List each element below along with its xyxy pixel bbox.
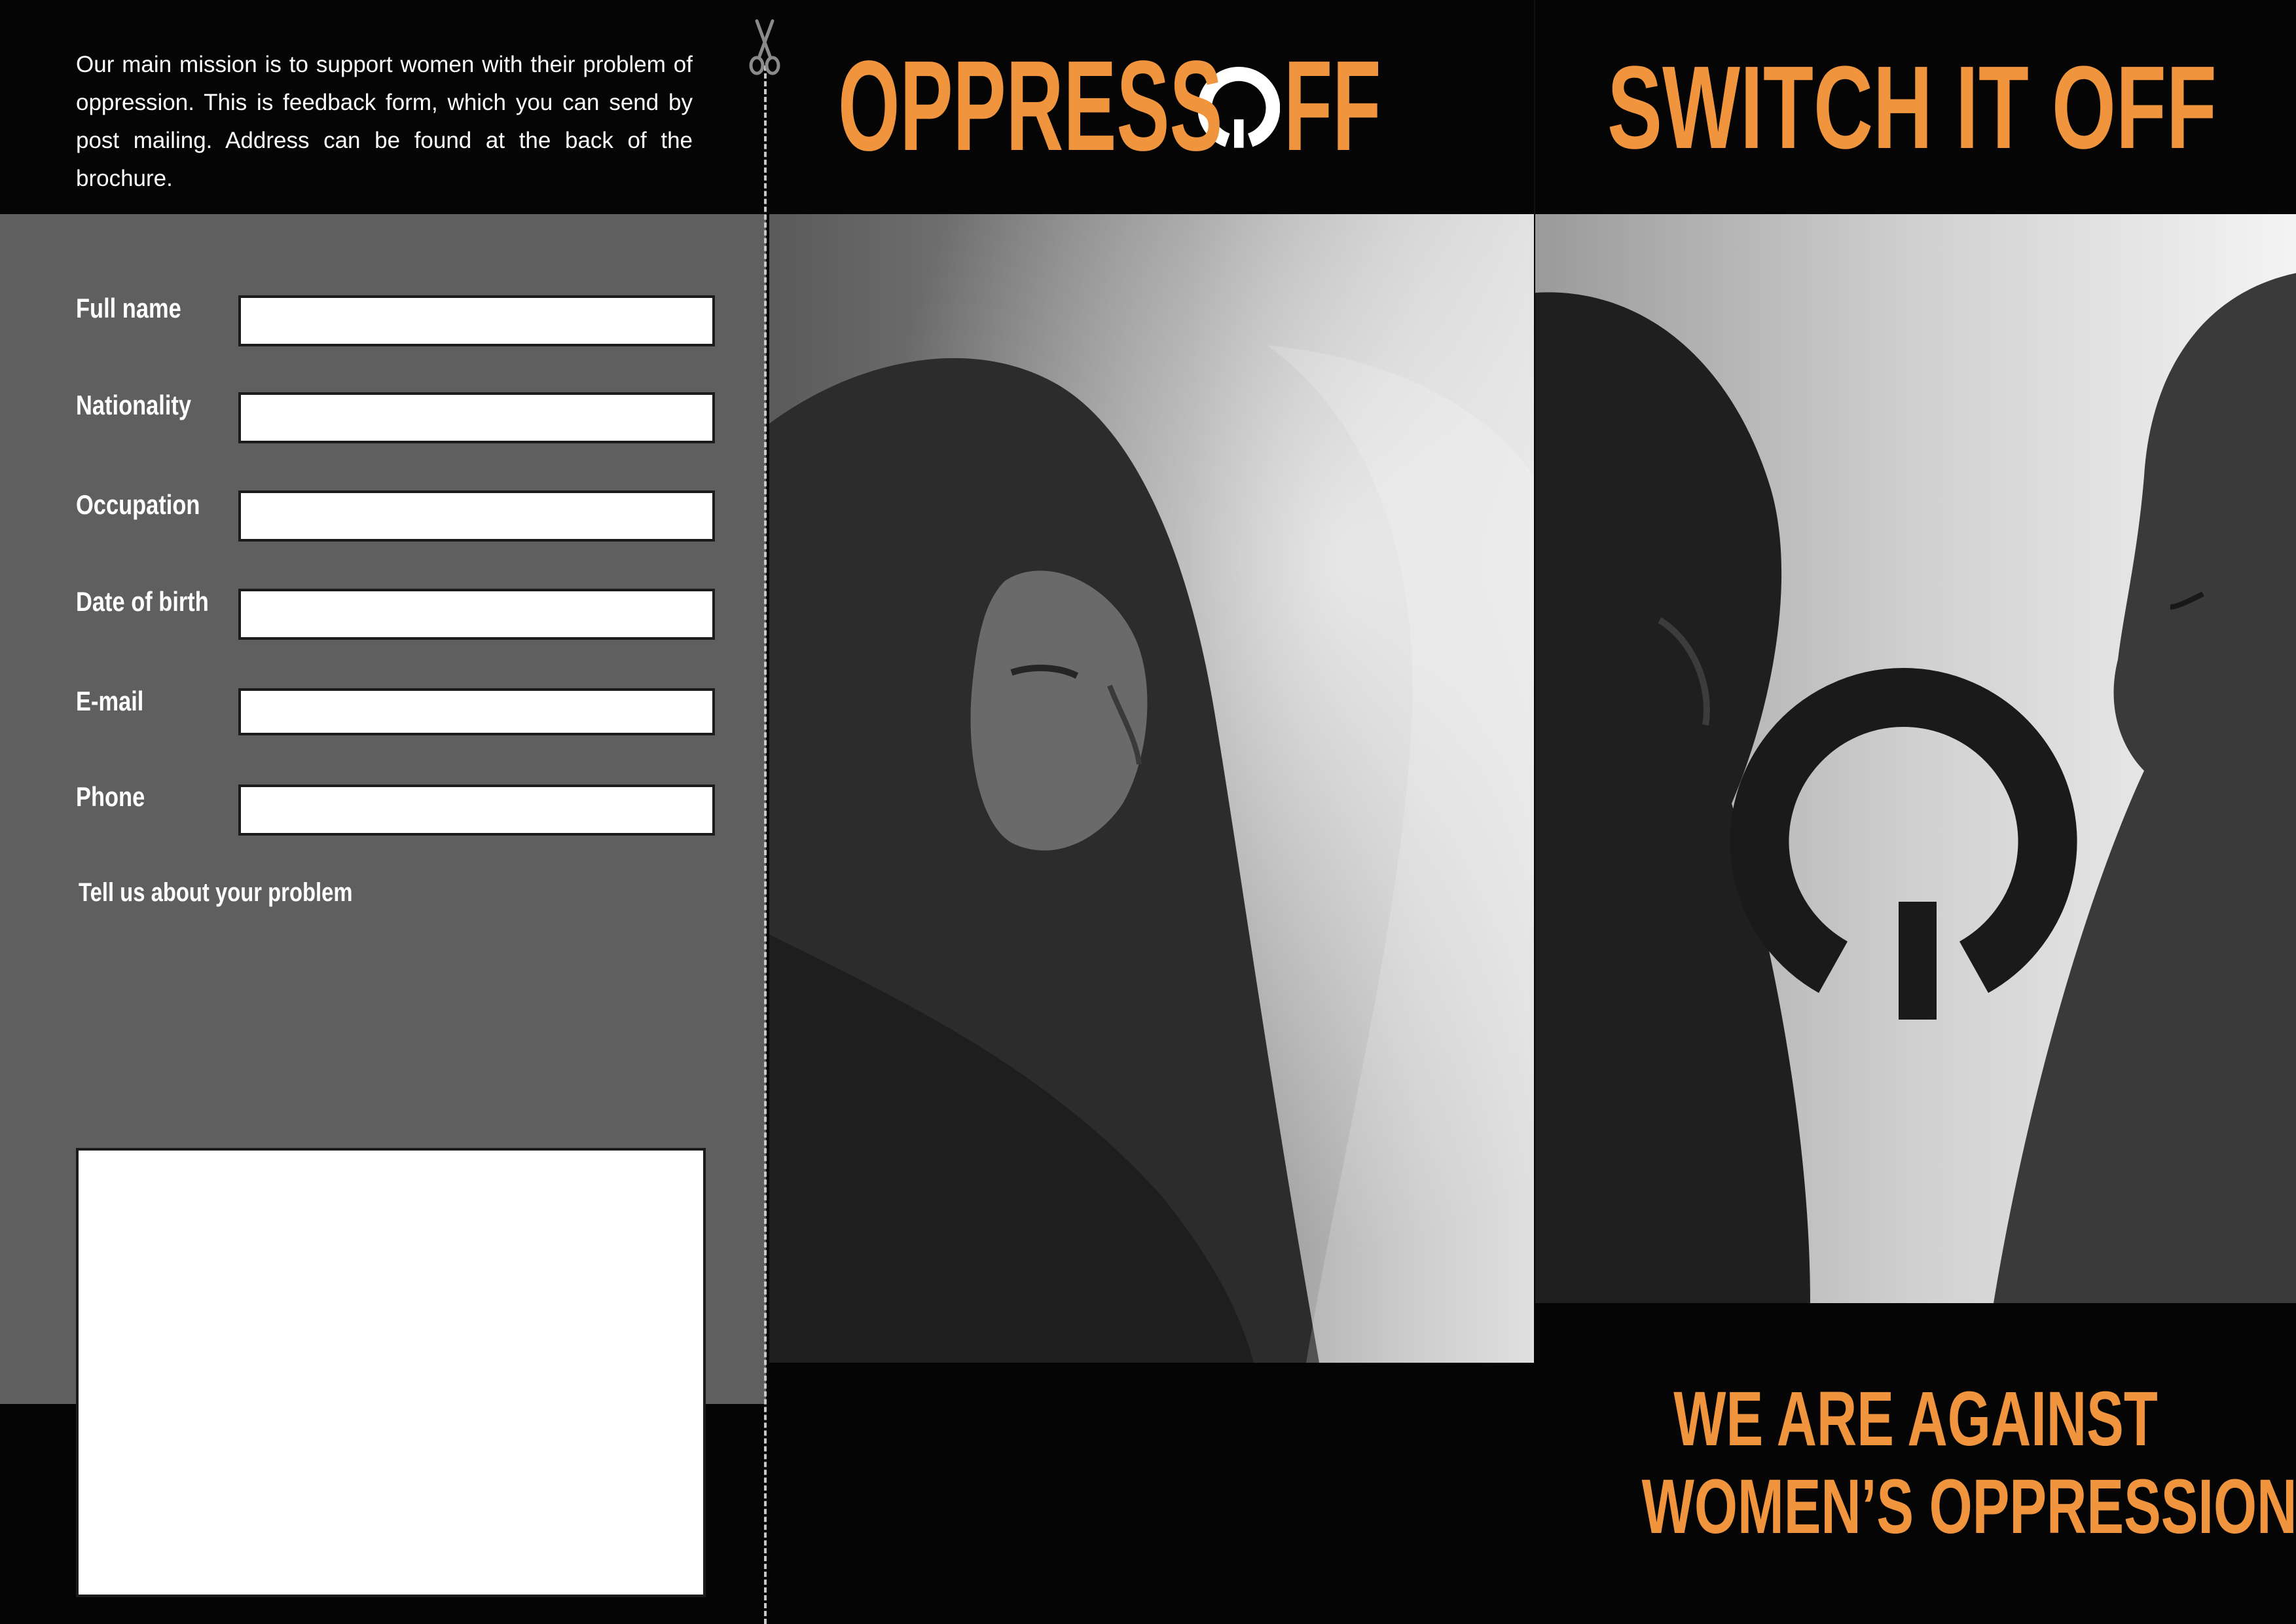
nationality-input[interactable] [238,392,715,443]
occupation-input[interactable] [238,490,715,542]
problem-label: Tell us about your problem [79,878,353,907]
brand-logo-right-text: FF [1283,34,1381,177]
phone-label: Phone [76,781,145,812]
panel-divider [1534,0,1535,214]
tagline-line-1: WE ARE AGAINST [1673,1376,2158,1462]
tagline-line-2: WOMEN’S OPPRESSION [1641,1464,2296,1550]
woman-photo-left [769,214,1534,1363]
date-of-birth-label: Date of birth [76,586,209,617]
email-label: E-mail [76,686,144,716]
full-name-label: Full name [76,293,181,323]
woman-photo-right [1535,214,2296,1303]
problem-textarea[interactable] [76,1148,706,1597]
email-input[interactable] [238,688,715,735]
brand-logo-left-text: OPPRESS [838,34,1223,177]
phone-input[interactable] [238,784,715,836]
occupation-label: Occupation [76,489,200,520]
date-of-birth-input[interactable] [238,589,715,640]
campaign-title: SWITCH IT OFF [1607,42,2217,174]
intro-paragraph: Our main mission is to support women wit… [76,52,693,191]
nationality-label: Nationality [76,390,192,420]
scissors-icon [749,19,780,75]
cut-line [764,65,767,1624]
full-name-input[interactable] [238,295,715,346]
brand-logo: OPPRESS FF [838,34,1440,177]
feedback-form: Full name Nationality Occupation Date of… [0,214,766,1597]
tagline: WE ARE AGAINST WOMEN’S OPPRESSION [1535,1375,2296,1551]
